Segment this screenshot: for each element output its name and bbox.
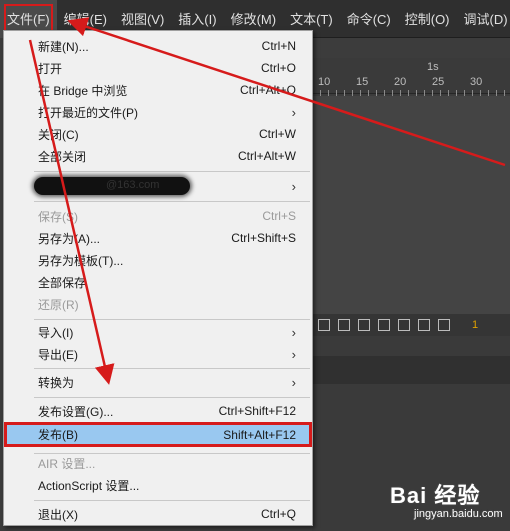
edit-frames-icon[interactable]: [418, 319, 430, 331]
menu-item-save-all[interactable]: 全部保存: [4, 271, 312, 293]
menu-item-label: 全部保存: [38, 275, 87, 290]
menu-item-shortcut: Ctrl+Q: [260, 507, 296, 521]
menu-separator: [34, 171, 310, 172]
menu-separator: [34, 397, 310, 398]
account-email: @163.com: [106, 179, 160, 191]
menu-item-open[interactable]: 打开 Ctrl+O: [4, 57, 312, 79]
ruler-second-label: 1s: [427, 61, 439, 73]
ruler-number: 10: [318, 76, 331, 88]
menu-item-label: 全部关闭: [38, 149, 87, 164]
center-frame-icon[interactable]: [338, 319, 350, 331]
file-menu-dropdown: 新建(N)... Ctrl+N 打开 Ctrl+O 在 Bridge 中浏览 C…: [3, 30, 313, 526]
menu-item-exit[interactable]: 退出(X) Ctrl+Q: [4, 503, 312, 525]
ruler-number: 15: [356, 76, 369, 88]
menu-item-label: 退出(X): [38, 507, 78, 522]
menu-item-publish-settings[interactable]: 发布设置(G)... Ctrl+Shift+F12: [4, 400, 312, 422]
menu-item-export[interactable]: 导出(E) ›: [4, 343, 312, 365]
menu-item-close-all[interactable]: 全部关闭 Ctrl+Alt+W: [4, 145, 312, 167]
menu-item-browse-bridge[interactable]: 在 Bridge 中浏览 Ctrl+Alt+O: [4, 79, 312, 101]
menu-item-label: 在 Bridge 中浏览: [38, 83, 128, 98]
menu-item-shortcut: Ctrl+Shift+S: [231, 231, 296, 245]
ruler-number: 25: [432, 76, 445, 88]
menu-commands[interactable]: 命令(C): [340, 0, 398, 38]
panel-strip: [312, 356, 510, 384]
loop-icon[interactable]: [358, 319, 370, 331]
submenu-arrow-icon: ›: [291, 346, 296, 362]
menu-item-shortcut: Shift+Alt+F12: [223, 427, 296, 442]
menu-item-shortcut: Ctrl+Shift+F12: [218, 404, 296, 418]
menu-item-label: 另存为(A)...: [38, 231, 100, 246]
menu-item-label: ActionScript 设置...: [38, 478, 140, 493]
menu-item-label: 保存(S): [38, 209, 78, 224]
menu-item-shortcut: Ctrl+N: [261, 39, 296, 53]
timeline-toolbar: 1: [312, 314, 510, 336]
menu-debug[interactable]: 调试(D): [457, 0, 510, 38]
menu-item-actionscript-settings[interactable]: ActionScript 设置...: [4, 474, 312, 496]
menu-item-label: 新建(N)...: [38, 39, 89, 54]
menu-item-convert-to[interactable]: 转换为 ›: [4, 371, 312, 393]
menu-item-save-as[interactable]: 另存为(A)... Ctrl+Shift+S: [4, 227, 312, 249]
menu-item-label: AIR 设置...: [38, 456, 96, 471]
submenu-arrow-icon: ›: [291, 104, 296, 120]
menu-separator: [34, 319, 310, 320]
menu-item-label: 还原(R): [38, 297, 79, 312]
onion-skin-icon[interactable]: [378, 319, 390, 331]
menu-item-import[interactable]: 导入(I) ›: [4, 321, 312, 343]
ruler-number: 20: [394, 76, 407, 88]
menu-item-label: 转换为: [38, 375, 75, 390]
menu-item-label: 关闭(C): [38, 127, 79, 142]
submenu-arrow-icon: ›: [291, 178, 296, 194]
submenu-arrow-icon: ›: [291, 324, 296, 340]
menu-item-publish[interactable]: 发布(B) Shift+Alt+F12: [4, 422, 312, 447]
menu-control[interactable]: 控制(O): [398, 0, 457, 38]
current-frame: 1: [472, 319, 479, 331]
timeline-frames[interactable]: [312, 96, 510, 314]
modify-markers-icon[interactable]: [438, 319, 450, 331]
menu-item-shortcut: Ctrl+O: [260, 61, 296, 75]
submenu-arrow-icon: ›: [291, 374, 296, 390]
baidu-watermark: Bai 经验 jingyan.baidu.com: [390, 478, 506, 528]
play-icon[interactable]: [318, 319, 330, 331]
menu-item-label: 导入(I): [38, 325, 74, 340]
onion-outline-icon[interactable]: [398, 319, 410, 331]
menu-separator: [34, 368, 310, 369]
menu-item-save[interactable]: 保存(S) Ctrl+S: [4, 205, 312, 227]
menu-separator: [34, 201, 310, 202]
menu-item-close[interactable]: 关闭(C) Ctrl+W: [4, 123, 312, 145]
menu-item-label: 发布设置(G)...: [38, 404, 114, 419]
menu-item-label: 另存为模板(T)...: [38, 253, 124, 268]
watermark-brand: Bai 经验: [390, 483, 481, 508]
menu-item-revert[interactable]: 还原(R): [4, 293, 312, 315]
menu-item-label: 打开: [38, 61, 63, 76]
menu-item-open-recent[interactable]: 打开最近的文件(P) ›: [4, 101, 312, 123]
menu-item-label: 导出(E): [38, 347, 78, 362]
menu-item-shortcut: Ctrl+S: [262, 209, 296, 223]
menu-item-save-as-template[interactable]: 另存为模板(T)...: [4, 249, 312, 271]
menu-item-shortcut: Ctrl+W: [259, 127, 296, 141]
menu-item-new[interactable]: 新建(N)... Ctrl+N: [4, 35, 312, 57]
menu-item-label: 打开最近的文件(P): [38, 105, 138, 120]
menu-separator: [34, 500, 310, 501]
menu-item-air-settings[interactable]: AIR 设置...: [4, 452, 312, 474]
watermark-site: jingyan.baidu.com: [414, 508, 503, 520]
ruler-number: 30: [470, 76, 483, 88]
menu-item-shortcut: Ctrl+Alt+W: [237, 149, 296, 163]
menu-item-label: 发布(B): [38, 428, 78, 442]
menu-item-shortcut: Ctrl+Alt+O: [239, 83, 296, 97]
